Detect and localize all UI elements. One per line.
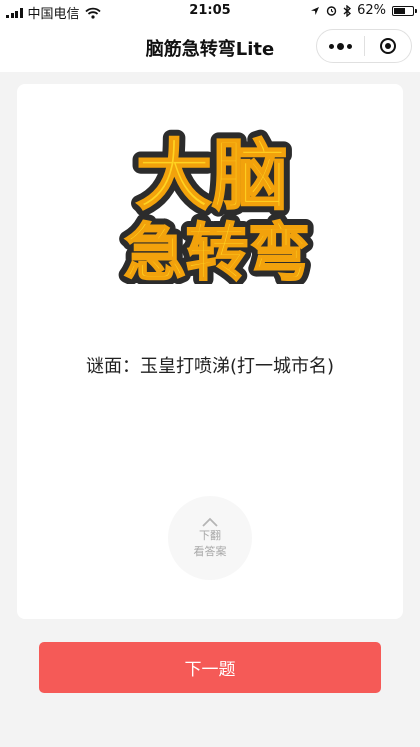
flip-hint-line1: 下翻 (199, 529, 221, 542)
status-right: 62% (310, 3, 417, 18)
battery-percent: 62% (357, 3, 386, 18)
target-close-icon (379, 38, 396, 54)
battery-level (394, 7, 405, 14)
mini-program-capsule (316, 29, 412, 63)
alarm-icon (326, 6, 337, 16)
status-bar: 中国电信 21:05 62% (0, 0, 420, 22)
svg-text:急转弯: 急转弯 (124, 216, 310, 284)
flip-to-answer-button[interactable]: 下翻 看答案 (168, 496, 252, 580)
riddle-text: 谜面：玉皇打喷涕(打一城市名) (85, 356, 335, 377)
brain-teaser-logo: 大脑 大脑 急转弯 急转弯 (117, 124, 317, 284)
nav-bar: 脑筋急转弯Lite (0, 22, 420, 72)
battery-icon (392, 5, 417, 16)
next-question-button[interactable]: 下一题 (39, 642, 381, 693)
more-button[interactable] (317, 30, 364, 62)
more-dots-icon (329, 42, 352, 50)
svg-text:大脑: 大脑 (136, 131, 288, 220)
bluetooth-icon (343, 4, 352, 17)
location-arrow-icon (311, 6, 320, 15)
close-button[interactable] (365, 30, 411, 62)
riddle-card: 大脑 大脑 急转弯 急转弯 谜面：玉皇打喷涕(打一城市名) 下翻 看答案 (17, 84, 403, 619)
chevron-up-icon (202, 517, 218, 527)
flip-hint-line2: 看答案 (193, 545, 227, 558)
